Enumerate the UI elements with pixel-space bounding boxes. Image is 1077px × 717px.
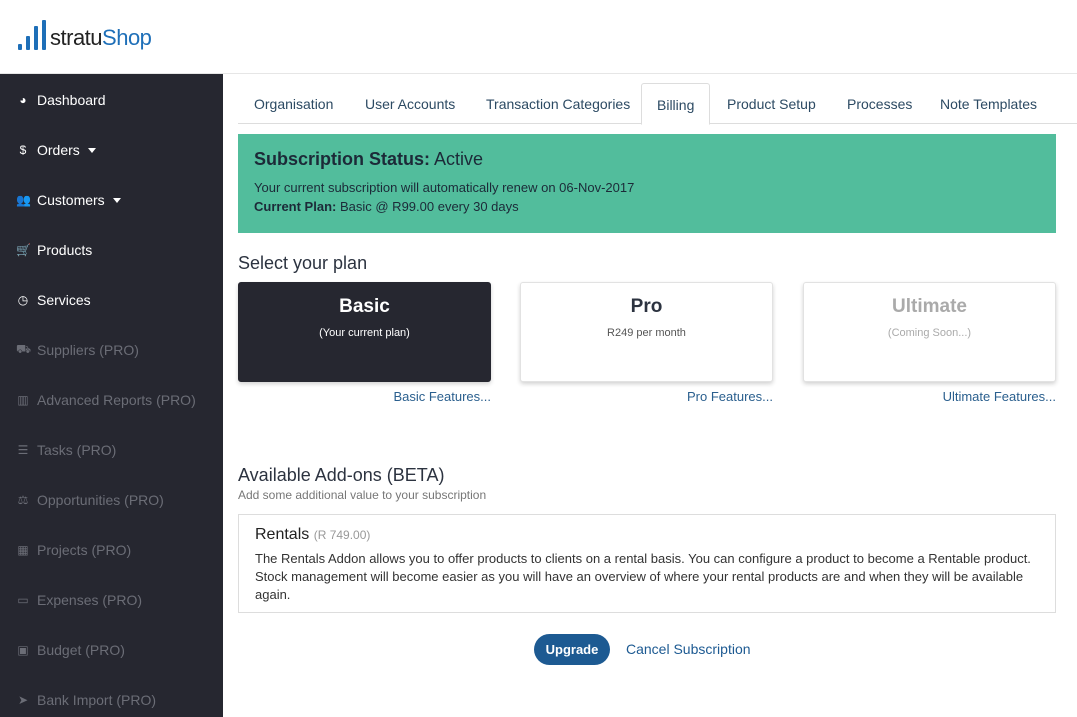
sidebar-item-budget[interactable]: ▣ Budget (PRO) [16,638,125,662]
plan-name: Basic [339,296,390,317]
subscription-status-banner: Subscription Status: Active Your current… [238,134,1056,233]
calendar-icon: ▦ [17,543,29,557]
bar-chart-icon: ▥ [17,393,29,407]
sidebar-item-orders[interactable]: $ Orders [16,138,96,162]
addon-price: (R 749.00) [313,528,371,542]
sidebar-item-services[interactable]: ◷ Services [16,288,91,312]
tachometer-icon: ◕ [19,93,27,107]
addons-subheading: Add some additional value to your subscr… [238,488,487,502]
tab-transaction-categories[interactable]: Transaction Categories [486,83,630,124]
renewal-notice: Your current subscription will automatic… [254,180,635,195]
logo-bars-icon [18,20,46,50]
sidebar-item-label: Dashboard [37,92,106,108]
settings-tabs: Organisation User Accounts Transaction C… [238,83,1077,125]
brand-name-part1: stratu [50,25,103,50]
status-title-value: Active [434,149,484,169]
truck-icon: ⛟ [16,342,32,356]
addon-card-rentals: Rentals (R 749.00) The Rentals Addon all… [238,514,1056,613]
users-icon: 👥 [16,193,31,207]
plan-name: Pro [630,296,663,317]
plan-subtitle: R249 per month [607,327,686,339]
addon-name: Rentals [255,526,310,543]
sidebar-item-expenses[interactable]: ▭ Expenses (PRO) [16,588,142,612]
tasks-icon: ☰ [17,443,29,457]
status-title-label: Subscription Status: [254,149,431,169]
basic-features-link[interactable]: Basic Features... [360,389,491,404]
current-plan-value: Basic @ R99.00 every 30 days [339,199,519,214]
balance-scale-icon: ⚖ [17,493,29,507]
sidebar-item-label: Projects (PRO) [37,542,132,558]
upgrade-button[interactable]: Upgrade [534,634,610,665]
sidebar-item-bank-import[interactable]: ➤ Bank Import (PRO) [16,688,156,712]
sidebar-item-label: Customers [37,192,105,208]
sidebar-item-label: Expenses (PRO) [37,592,143,608]
money-icon: ▣ [17,643,29,657]
plan-card-basic[interactable]: Basic (Your current plan) [238,282,491,382]
sidebar-item-products[interactable]: 🛒 Products [16,238,92,262]
addons-heading: Available Add-ons (BETA) [238,465,445,485]
sidebar-item-advanced-reports[interactable]: ▥ Advanced Reports (PRO) [16,388,196,412]
plan-name: Ultimate [892,296,967,317]
current-plan-label: Current Plan: [254,199,337,214]
sidebar-item-label: Budget (PRO) [37,642,125,658]
app-header: stratuShop [0,0,1077,74]
current-plan-line: Current Plan: Basic @ R99.00 every 30 da… [254,197,1040,216]
tab-processes[interactable]: Processes [847,83,912,124]
brand-logo[interactable]: stratuShop [18,20,152,50]
sidebar-item-projects[interactable]: ▦ Projects (PRO) [16,538,131,562]
sidebar-item-label: Suppliers (PRO) [37,342,139,358]
sidebar-item-label: Services [37,292,91,308]
sidebar-item-dashboard[interactable]: ◕ Dashboard [16,88,106,112]
addon-header: Rentals (R 749.00) [255,526,1039,544]
credit-card-icon: ▭ [17,593,29,607]
caret-down-icon [87,147,96,153]
caret-down-icon [112,197,121,203]
paper-plane-icon: ➤ [17,693,29,707]
tab-note-templates[interactable]: Note Templates [940,83,1037,124]
tab-user-accounts[interactable]: User Accounts [365,83,455,124]
sidebar-item-suppliers[interactable]: ⛟ Suppliers (PRO) [16,338,139,362]
select-plan-heading: Select your plan [238,253,368,273]
ultimate-features-link[interactable]: Ultimate Features... [906,389,1056,404]
sidebar-item-label: Bank Import (PRO) [37,692,157,708]
cart-icon: 🛒 [16,243,31,257]
subscription-status-title: Subscription Status: Active [254,148,1040,170]
cancel-subscription-link[interactable]: Cancel Subscription [626,641,751,657]
sidebar-item-label: Opportunities (PRO) [37,492,164,508]
sidebar-item-opportunities[interactable]: ⚖ Opportunities (PRO) [16,488,164,512]
plan-card-pro[interactable]: Pro R249 per month [520,282,773,382]
sidebar-item-tasks[interactable]: ☰ Tasks (PRO) [16,438,117,462]
brand-name: stratuShop [50,25,152,50]
clock-icon: ◷ [17,293,29,307]
pro-features-link[interactable]: Pro Features... [642,389,773,404]
sidebar-item-customers[interactable]: 👥 Customers [16,188,121,212]
addon-description: The Rentals Addon allows you to offer pr… [255,551,1031,602]
tab-billing[interactable]: Billing [641,83,711,125]
plan-subtitle: (Your current plan) [319,327,410,339]
tab-organisation[interactable]: Organisation [254,83,333,124]
sidebar: ◕ Dashboard $ Orders 👥 Customers 🛒 Produ… [0,74,223,717]
sidebar-item-label: Tasks (PRO) [37,442,117,458]
dollar-icon: $ [19,143,27,157]
sidebar-item-label: Advanced Reports (PRO) [37,392,196,408]
sidebar-item-label: Products [37,242,93,258]
plan-subtitle: (Coming Soon...) [887,327,972,339]
plan-card-ultimate: Ultimate (Coming Soon...) [803,282,1056,382]
tab-product-setup[interactable]: Product Setup [727,83,816,124]
brand-name-part2: Shop [102,25,152,50]
sidebar-item-label: Orders [37,142,80,158]
